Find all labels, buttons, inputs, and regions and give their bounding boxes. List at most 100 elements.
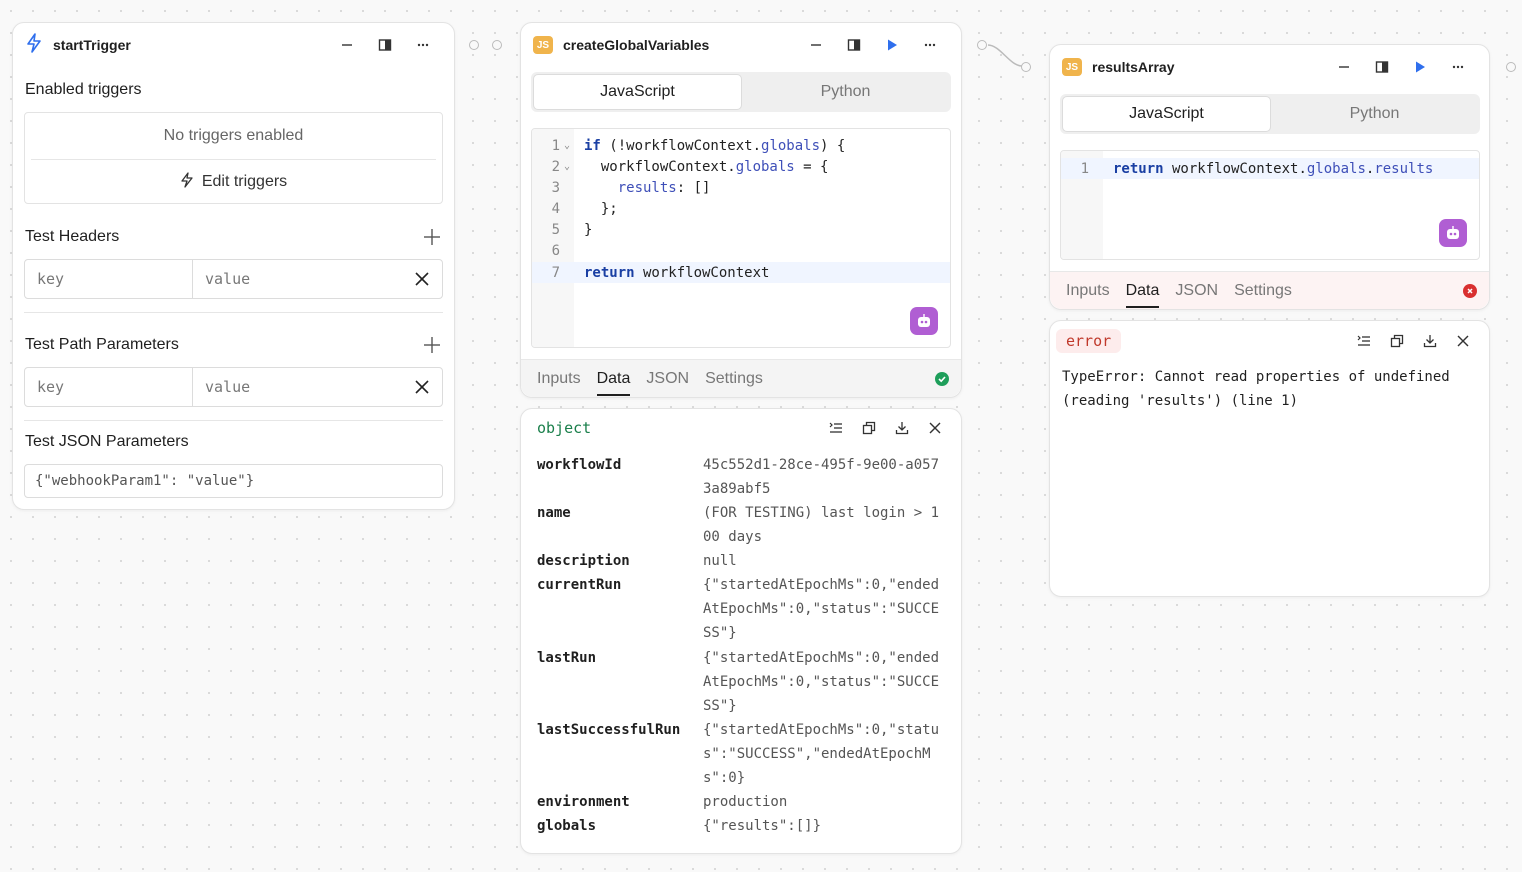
output-row: environment production [537,794,788,810]
error-status-icon [1463,284,1477,298]
tab-data[interactable]: Data [1125,272,1159,310]
create-global-variables-card: JS createGlobalVariables JavaScript Pyth… [520,22,962,398]
tab-json[interactable]: JSON [1175,272,1218,310]
output-port[interactable] [1506,62,1516,72]
output-panel: object workflowId 45c552d1-28ce-495f-9e00… [520,408,962,854]
start-trigger-card: startTrigger Enabled triggers No trigger… [12,22,455,510]
tab-settings[interactable]: Settings [1234,272,1292,310]
code-line: 4 }; [551,200,618,217]
enabled-triggers-label: Enabled triggers [25,81,142,98]
header-row: key value [24,259,443,299]
split-view-button[interactable] [835,32,873,58]
output-row: workflowId 45c552d1-28ce-495f-9e00-a0573a… [537,457,940,497]
success-status-icon [935,372,949,386]
tab-data[interactable]: Data [596,360,630,398]
code-line: 2 ⌄ workflowContext.globals = { [551,158,829,175]
close-icon[interactable] [918,416,951,440]
close-icon[interactable] [1446,329,1479,353]
code-line: 1 ⌄ if (!workflowContext.globals) { [551,137,846,154]
tab-settings[interactable]: Settings [705,360,763,398]
path-value-input[interactable]: value [193,368,402,406]
add-path-parameter-button[interactable] [421,334,443,356]
results-array-card: JS resultsArray JavaScript Python 1 retu… [1049,44,1490,310]
card-title: resultsArray [1092,59,1175,75]
tab-python[interactable]: Python [1271,96,1478,132]
language-tabs: JavaScript Python [1060,94,1480,134]
edit-triggers-label: Edit triggers [201,173,288,190]
path-key-input[interactable]: key [25,368,193,406]
indent-icon[interactable] [1347,329,1380,353]
minimize-button[interactable] [1325,54,1363,80]
tab-javascript[interactable]: JavaScript [1062,96,1271,132]
minimize-button[interactable] [328,32,366,58]
card-title: startTrigger [53,37,131,53]
card-header: startTrigger [13,23,454,67]
lightning-icon [25,32,43,58]
json-parameters-input[interactable]: {"webhookParam1": "value"} [24,464,443,498]
tab-javascript[interactable]: JavaScript [533,74,742,110]
error-output-panel: error TypeError: Cannot read properties … [1049,320,1490,597]
remove-path-parameter-button[interactable] [402,368,442,406]
output-row: name (FOR TESTING) last login > 100 days [537,505,940,545]
code-line: 7 return workflowContext [532,262,950,283]
download-icon[interactable] [1413,329,1446,353]
more-options-icon[interactable] [911,32,949,58]
output-row: lastSuccessfulRun {"startedAtEpochMs":0,"… [537,722,940,786]
code-line: 1 return workflowContext.globals.results [1061,158,1479,179]
output-row: lastRun {"startedAtEpochMs":0,"endedAtEpo… [537,650,940,714]
output-row: globals {"results":[]} [537,818,822,834]
tab-json[interactable]: JSON [646,360,689,398]
tab-inputs[interactable]: Inputs [1066,272,1110,310]
more-options-icon[interactable] [1439,54,1477,80]
code-line: 5 } [551,221,593,238]
edit-triggers-button[interactable]: Edit triggers [25,160,442,204]
more-options-icon[interactable] [404,32,442,58]
no-triggers-text: No triggers enabled [163,127,304,144]
minimize-button[interactable] [797,32,835,58]
bottom-tabs: Inputs Data JSON Settings [521,359,961,397]
remove-header-button[interactable] [402,260,442,298]
test-headers-label: Test Headers [25,228,120,245]
download-icon[interactable] [885,416,918,440]
run-button[interactable] [873,32,911,58]
indent-icon[interactable] [819,416,852,440]
header-key-input[interactable]: key [25,260,193,298]
code-line: 3 results: [] [551,179,711,196]
output-row: currentRun {"startedAtEpochMs":0,"endedAt… [537,577,940,641]
js-icon: JS [533,36,553,54]
triggers-box: No triggers enabled Edit triggers [24,112,443,204]
test-path-parameters-label: Test Path Parameters [25,336,179,353]
card-header: JS resultsArray [1050,45,1489,89]
output-row: description null [537,553,737,569]
code-editor[interactable]: 1 ⌄ if (!workflowContext.globals) { 2 ⌄ wo… [531,128,951,348]
error-badge: error [1056,329,1122,353]
path-parameter-row: key value [24,367,443,407]
card-title: createGlobalVariables [563,37,710,53]
input-port[interactable] [1021,62,1031,72]
output-type-label: object [537,419,592,437]
ai-assistant-button[interactable] [910,307,938,335]
ai-assistant-button[interactable] [1439,219,1467,247]
lightning-icon [180,171,194,193]
tab-inputs[interactable]: Inputs [537,360,581,398]
header-value-input[interactable]: value [193,260,402,298]
error-message: TypeError: Cannot read properties of und… [1062,369,1450,409]
run-button[interactable] [1401,54,1439,80]
output-port[interactable] [977,40,987,50]
code-editor[interactable]: 1 return workflowContext.globals.results [1060,150,1480,260]
copy-icon[interactable] [852,416,885,440]
split-view-button[interactable] [1363,54,1401,80]
language-tabs: JavaScript Python [531,72,951,112]
output-port[interactable] [469,40,479,50]
card-header: JS createGlobalVariables [521,23,961,67]
add-header-button[interactable] [421,226,443,248]
bottom-tabs: Inputs Data JSON Settings [1050,271,1489,309]
output-header: object [521,409,961,447]
split-view-button[interactable] [366,32,404,58]
copy-icon[interactable] [1380,329,1413,353]
code-line: 6 [551,242,560,259]
tab-python[interactable]: Python [742,74,949,110]
test-json-parameters-label: Test JSON Parameters [25,433,189,450]
js-icon: JS [1062,58,1082,76]
input-port[interactable] [492,40,502,50]
